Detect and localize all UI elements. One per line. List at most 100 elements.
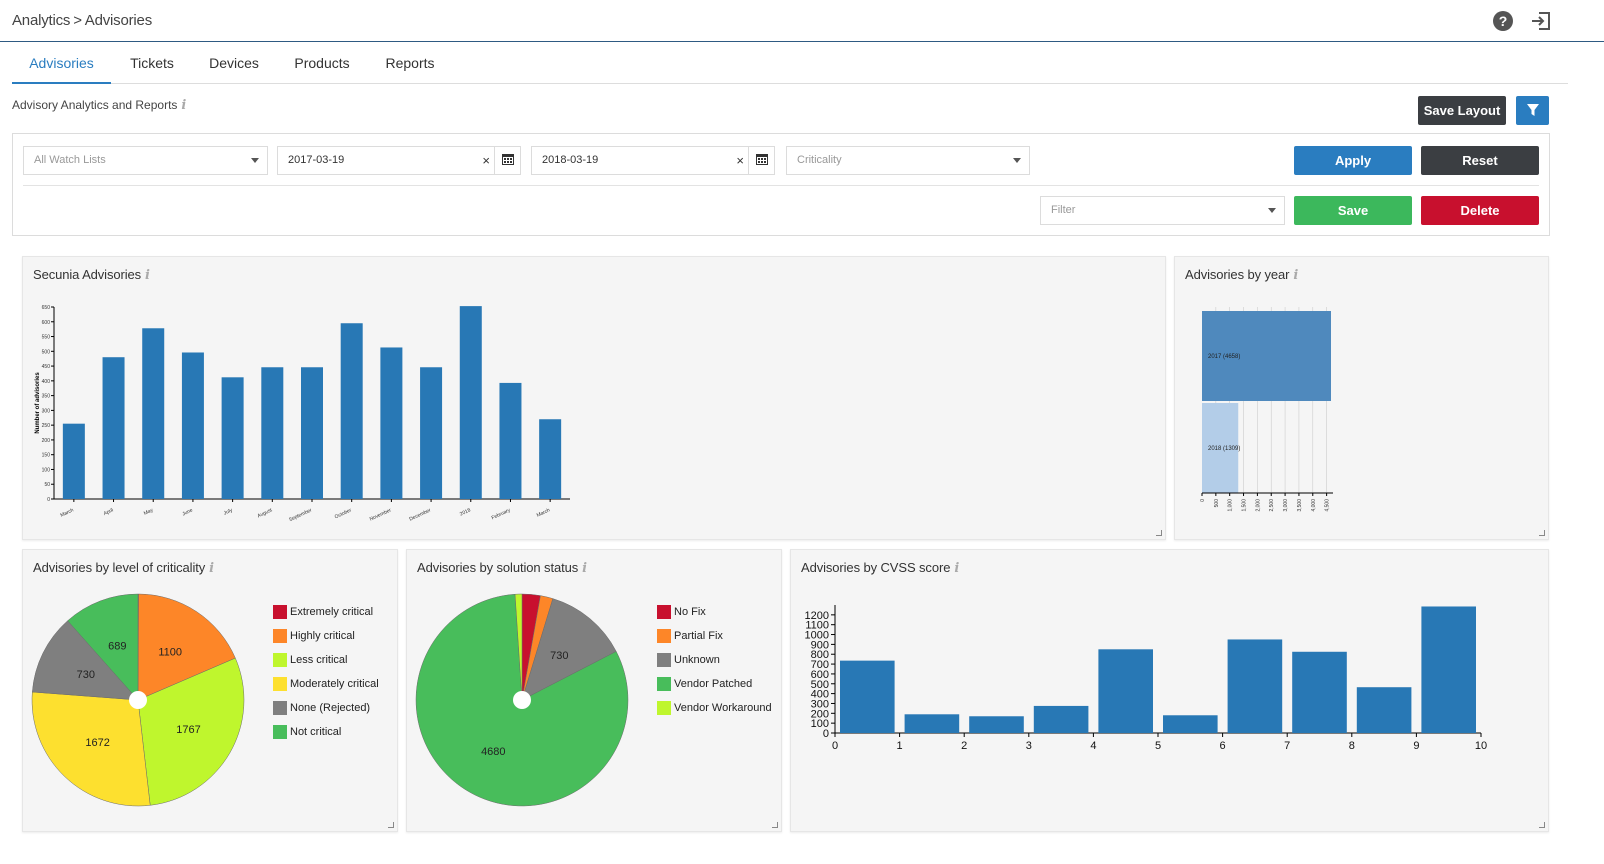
legend-item[interactable]: No Fix bbox=[657, 605, 706, 619]
x-tick-label: 4 bbox=[1090, 740, 1096, 752]
criticality-legend: Extremely critical Highly critical Less cr… bbox=[273, 605, 395, 745]
x-tick-label: July bbox=[223, 507, 234, 516]
legend-swatch bbox=[657, 629, 671, 643]
y-tick-label: 350 bbox=[42, 394, 51, 400]
x-tick-label: 0 bbox=[1200, 499, 1206, 502]
legend-swatch bbox=[657, 605, 671, 619]
calendar-icon[interactable] bbox=[748, 146, 774, 175]
x-tick-label: 1 bbox=[897, 740, 903, 752]
x-tick-label: March bbox=[536, 507, 551, 518]
watch-list-select[interactable]: All Watch Lists bbox=[23, 146, 268, 175]
tab-reports[interactable]: Reports bbox=[377, 44, 443, 84]
legend-item[interactable]: Partial Fix bbox=[657, 629, 723, 643]
legend-swatch bbox=[273, 725, 287, 739]
pie-data-label: 1672 bbox=[85, 737, 109, 749]
y-tick-label: 250 bbox=[42, 423, 51, 429]
saved-filter-select[interactable]: Filter bbox=[1040, 196, 1285, 225]
y-tick-label: 300 bbox=[42, 408, 51, 414]
main-tabs: Advisories Tickets Devices Products Repo… bbox=[12, 44, 1568, 84]
legend-item[interactable]: Vendor Workaround bbox=[657, 701, 772, 715]
bar bbox=[142, 328, 165, 499]
tab-tickets[interactable]: Tickets bbox=[119, 44, 185, 84]
filter-panel: All Watch Lists 2017-03-19 × 2018-03-19 … bbox=[12, 133, 1550, 236]
tab-advisories[interactable]: Advisories bbox=[12, 44, 111, 84]
bar bbox=[1033, 705, 1089, 733]
save-filter-button[interactable]: Save bbox=[1294, 196, 1412, 225]
x-tick-label: 2,000 bbox=[1255, 499, 1261, 512]
legend-item[interactable]: Not critical bbox=[273, 725, 341, 739]
resize-handle[interactable] bbox=[772, 822, 778, 828]
filter-toggle-button[interactable] bbox=[1516, 96, 1549, 125]
bar bbox=[221, 377, 244, 499]
delete-filter-button[interactable]: Delete bbox=[1421, 196, 1539, 225]
legend-item[interactable]: Highly critical bbox=[273, 629, 355, 643]
legend-swatch bbox=[657, 701, 671, 715]
x-tick-label: June bbox=[181, 507, 194, 517]
resize-handle[interactable] bbox=[1156, 530, 1162, 536]
reset-button[interactable]: Reset bbox=[1421, 146, 1539, 175]
date-to-field[interactable]: 2018-03-19 × bbox=[531, 146, 775, 175]
page-subtitle: Advisory Analytics and Reports i bbox=[12, 98, 186, 113]
legend-swatch bbox=[273, 701, 287, 715]
card-cvss-score: Advisories by CVSS score i 0 100 200 300 400 5… bbox=[790, 549, 1549, 832]
x-tick-label: 9 bbox=[1413, 740, 1419, 752]
y-tick-label: 50 bbox=[44, 482, 50, 488]
bar bbox=[62, 423, 85, 499]
pie-data-label: 730 bbox=[77, 669, 95, 681]
card-advisories-by-year: Advisories by year i 0 500 1,000 1,500 2,000 2… bbox=[1174, 256, 1549, 540]
legend-item[interactable]: Vendor Patched bbox=[657, 677, 752, 691]
bar bbox=[904, 714, 960, 733]
clear-date-from-icon[interactable]: × bbox=[482, 147, 490, 174]
criticality-select[interactable]: Criticality bbox=[786, 146, 1030, 175]
bar bbox=[340, 323, 363, 499]
bar bbox=[1421, 606, 1476, 733]
legend-item[interactable]: Less critical bbox=[273, 653, 347, 667]
breadcrumb-root[interactable]: Analytics bbox=[12, 12, 70, 29]
legend-swatch bbox=[657, 677, 671, 691]
criticality-pie-chart: 1100 1767 1672 730 689 bbox=[31, 593, 245, 807]
tab-devices[interactable]: Devices bbox=[200, 44, 268, 84]
y-tick-label: 200 bbox=[42, 438, 51, 444]
chevron-down-icon bbox=[1013, 158, 1021, 163]
bar bbox=[1356, 687, 1412, 733]
legend-swatch bbox=[273, 677, 287, 691]
legend-item[interactable]: Unknown bbox=[657, 653, 720, 667]
resize-handle[interactable] bbox=[1539, 822, 1545, 828]
info-icon[interactable]: i bbox=[181, 98, 186, 113]
clear-date-to-icon[interactable]: × bbox=[736, 147, 744, 174]
date-from-field[interactable]: 2017-03-19 × bbox=[277, 146, 521, 175]
filter-placeholder: Filter bbox=[1051, 204, 1076, 216]
bar bbox=[420, 367, 443, 499]
legend-item[interactable]: Extremely critical bbox=[273, 605, 373, 619]
watch-list-placeholder: All Watch Lists bbox=[34, 154, 106, 166]
x-tick-label: 2018 bbox=[459, 507, 472, 517]
bar bbox=[181, 352, 204, 499]
bar bbox=[499, 382, 522, 499]
y-tick-label: 150 bbox=[42, 453, 51, 459]
legend-label: Less critical bbox=[290, 654, 348, 666]
x-tick-label: 1,500 bbox=[1242, 499, 1248, 512]
x-tick-label: September bbox=[288, 507, 313, 523]
legend-label: Partial Fix bbox=[674, 630, 723, 642]
x-tick-label: 1,000 bbox=[1228, 499, 1234, 512]
resize-handle[interactable] bbox=[1539, 530, 1545, 536]
x-tick-label: 4,000 bbox=[1311, 499, 1317, 512]
legend-label: Not critical bbox=[290, 726, 342, 738]
x-tick-label: 500 bbox=[1214, 499, 1220, 508]
resize-handle[interactable] bbox=[388, 822, 394, 828]
logout-icon[interactable] bbox=[1530, 10, 1552, 32]
save-layout-button[interactable]: Save Layout bbox=[1418, 96, 1506, 125]
calendar-icon[interactable] bbox=[494, 146, 520, 175]
y-tick-label: 1200 bbox=[805, 610, 829, 622]
legend-swatch bbox=[273, 605, 287, 619]
apply-button[interactable]: Apply bbox=[1294, 146, 1412, 175]
tab-products[interactable]: Products bbox=[284, 44, 360, 84]
card-solution-status: Advisories by solution status i 730 4680 N… bbox=[406, 549, 782, 832]
x-tick-label: November bbox=[369, 507, 393, 522]
breadcrumb-separator: > bbox=[73, 12, 82, 29]
legend-item[interactable]: None (Rejected) bbox=[273, 701, 370, 715]
legend-item[interactable]: Moderately critical bbox=[273, 677, 379, 691]
x-tick-label: 2,500 bbox=[1269, 499, 1275, 512]
legend-label: Highly critical bbox=[290, 630, 355, 642]
help-icon[interactable]: ? bbox=[1492, 10, 1514, 32]
